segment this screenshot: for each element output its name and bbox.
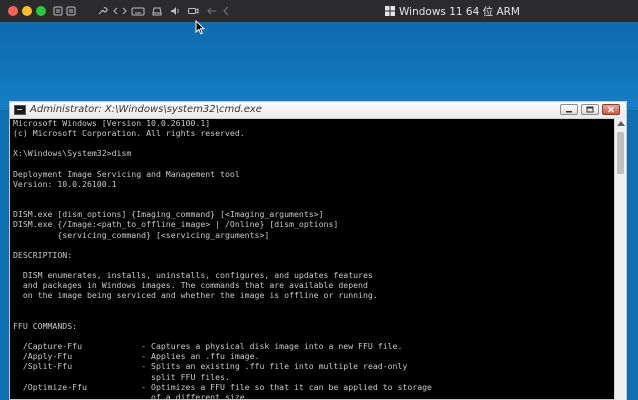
console-line: Microsoft Windows [Version 10.0.26100.1] <box>13 118 211 128</box>
console-line: split FFU files. <box>13 371 230 382</box>
code-icon[interactable] <box>112 3 128 19</box>
console-line: (c) Microsoft Corporation. All rights re… <box>13 128 245 139</box>
maximize-icon <box>586 106 594 113</box>
console-line: {servicing_command} [<servicing_argument… <box>13 229 270 240</box>
scroll-up-arrow-icon[interactable] <box>617 121 625 126</box>
keyboard-icon[interactable] <box>130 3 146 19</box>
console-line: DISM enumerates, installs, uninstalls, c… <box>13 270 373 281</box>
console-line: DISM.exe [dism_options] {Imaging_command… <box>13 209 324 220</box>
wrench-icon[interactable] <box>94 3 110 19</box>
console-line: and packages in Windows images. The comm… <box>13 280 368 291</box>
console-line: FFU COMMANDS: <box>13 320 78 331</box>
minimize-icon <box>566 110 572 112</box>
zoom-window-button[interactable] <box>36 6 46 16</box>
window-title: Administrator: X:\Windows\system32\cmd.e… <box>30 104 262 115</box>
console-line: /Optimize-Ffu - Optimizes a FFU file so … <box>13 381 432 392</box>
console-output[interactable]: Microsoft Windows [Version 10.0.26100.1]… <box>13 118 613 400</box>
console-line: on the image being serviced and whether … <box>13 290 378 301</box>
volume-icon[interactable] <box>167 3 183 19</box>
minimize-button[interactable] <box>560 104 578 115</box>
console-line: Deployment Image Servicing and Managemen… <box>13 168 240 179</box>
close-icon <box>608 106 614 113</box>
console-line: /Split-Ffu - Splits an existing .ffu fil… <box>13 361 408 372</box>
cmd-window[interactable]: Administrator: X:\Windows\system32\cmd.e… <box>9 101 627 400</box>
console-line: /Capture-Ffu - Captures a physical disk … <box>13 341 403 352</box>
console-line: /Apply-Ffu - Applies an .ffu image. <box>13 351 260 362</box>
vm-name: Windows 11 64 位 ARM <box>399 5 520 18</box>
minimize-window-button[interactable] <box>22 6 32 16</box>
close-button[interactable] <box>602 104 620 115</box>
windows-logo-icon <box>385 6 395 16</box>
mouse-cursor-icon <box>195 20 205 35</box>
cmd-title-bar[interactable]: Administrator: X:\Windows\system32\cmd.e… <box>10 102 626 119</box>
console-icon <box>14 105 26 115</box>
scrollbar-thumb[interactable] <box>617 132 624 174</box>
chevron-left-icon[interactable] <box>219 3 235 19</box>
camera-icon[interactable] <box>185 3 201 19</box>
vertical-scrollbar[interactable] <box>614 118 626 400</box>
control-center-icon[interactable] <box>63 3 79 19</box>
maximize-button[interactable] <box>581 104 599 115</box>
vm-title: Windows 11 64 位 ARM <box>385 3 520 19</box>
console-line: X:\Windows\System32>dism <box>13 148 132 159</box>
console-line: Version: 10.0.26100.1 <box>13 178 117 189</box>
console-line: DESCRIPTION: <box>13 249 73 260</box>
console-line: of a different size. <box>13 391 250 400</box>
vm-toolbar: Windows 11 64 位 ARM <box>0 0 638 23</box>
console-line: DISM.exe {/Image:<path_to_offline_image>… <box>13 219 339 230</box>
close-window-button[interactable] <box>8 6 18 16</box>
drive-icon[interactable] <box>149 3 165 19</box>
back-icon[interactable] <box>204 3 220 19</box>
